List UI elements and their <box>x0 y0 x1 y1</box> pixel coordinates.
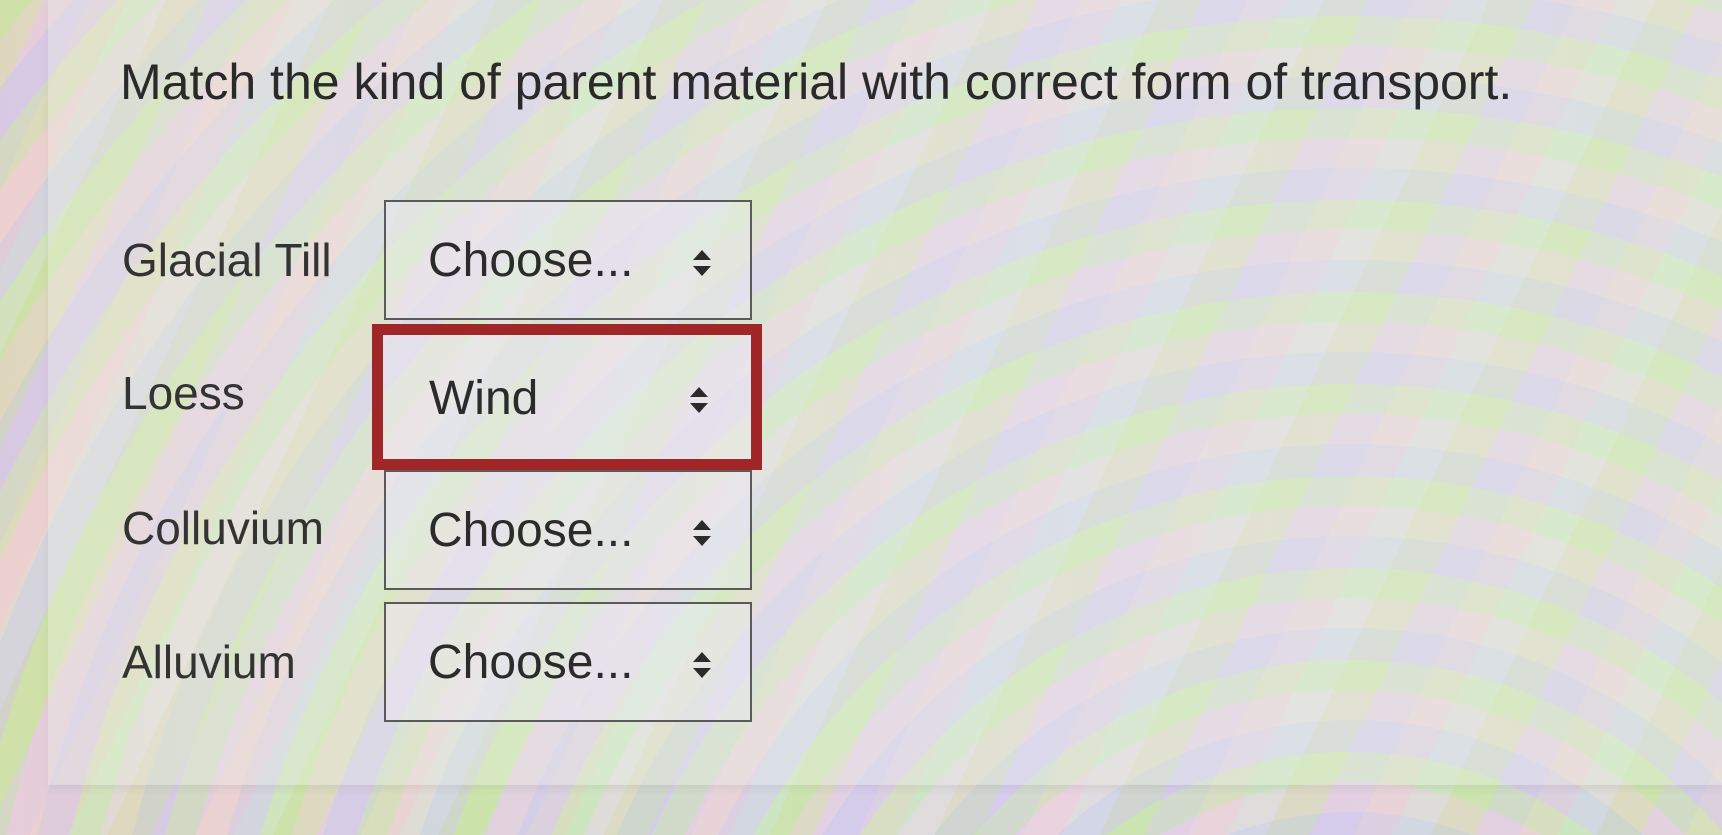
question-panel <box>48 0 1722 785</box>
select-value: Choose... <box>428 636 634 689</box>
row-label-loess: Loess <box>122 367 245 419</box>
up-down-chevron-icon <box>693 652 711 678</box>
select-value: Wind <box>429 372 539 425</box>
up-down-chevron-icon <box>690 387 708 413</box>
select-value: Choose... <box>428 234 634 287</box>
up-down-chevron-icon <box>693 520 711 546</box>
question-text: Match the kind of parent material with c… <box>120 54 1513 110</box>
row-label-alluvium: Alluvium <box>122 636 296 688</box>
select-loess[interactable]: Wind <box>372 324 762 470</box>
select-value: Choose... <box>428 504 634 557</box>
select-colluvium[interactable]: Choose... <box>384 470 752 590</box>
row-label-colluvium: Colluvium <box>122 502 324 554</box>
select-glacial-till[interactable]: Choose... <box>384 200 752 320</box>
up-down-chevron-icon <box>693 250 711 276</box>
row-label-glacial-till: Glacial Till <box>122 234 332 286</box>
select-alluvium[interactable]: Choose... <box>384 602 752 722</box>
